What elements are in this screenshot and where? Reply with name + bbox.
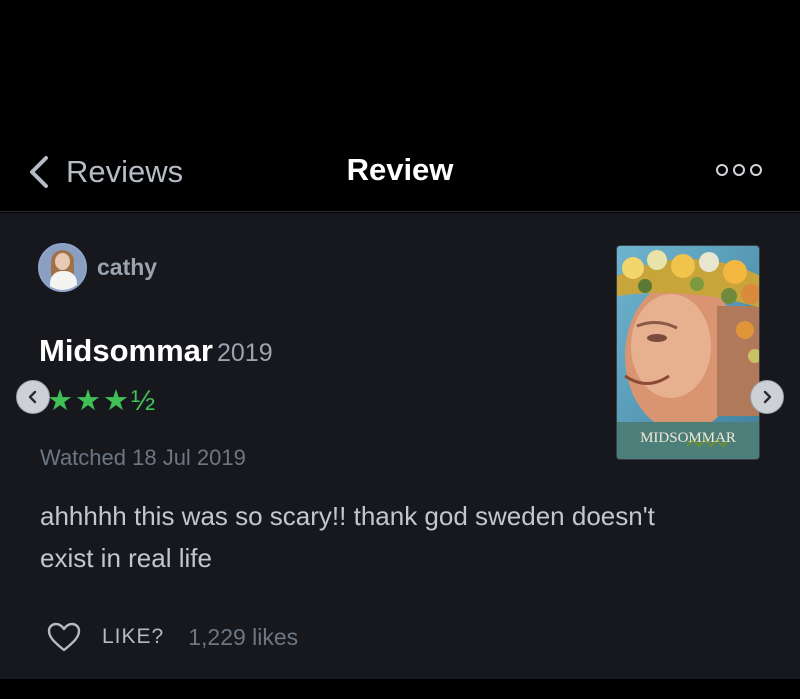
dot-icon bbox=[733, 164, 745, 176]
heart-icon[interactable] bbox=[46, 621, 82, 653]
poster-title: MIDSOMMAR bbox=[640, 430, 736, 446]
page-title: Review bbox=[346, 152, 454, 187]
film-year: 2019 bbox=[216, 339, 273, 367]
star-rating: ★★★½ bbox=[47, 385, 158, 417]
dot-icon bbox=[750, 164, 762, 176]
likes-count[interactable]: 1,229 likes bbox=[188, 624, 298, 651]
review-body: ahhhhh this was so scary!! thank god swe… bbox=[40, 501, 655, 573]
like-row: LIKE? 1,229 likes bbox=[46, 621, 298, 653]
nav-bar: Reviews Review bbox=[0, 130, 800, 212]
film-poster[interactable]: MIDSOMMAR bbox=[616, 245, 760, 460]
carousel-prev-button[interactable] bbox=[16, 380, 50, 414]
dot-icon bbox=[716, 164, 728, 176]
more-options-icon[interactable] bbox=[716, 164, 762, 176]
user-profile-link[interactable]: cathy bbox=[38, 243, 157, 292]
film-heading: Midsommar 2019 bbox=[39, 333, 273, 369]
poster-image bbox=[617, 246, 759, 459]
like-button[interactable]: LIKE? bbox=[102, 625, 164, 649]
carousel-next-button[interactable] bbox=[750, 380, 784, 414]
review-content: cathy Midsommar 2019 ★★★½ Watched 18 Jul … bbox=[0, 213, 800, 679]
status-area bbox=[0, 0, 800, 130]
username[interactable]: cathy bbox=[97, 254, 157, 281]
chevron-right-icon bbox=[763, 390, 772, 404]
avatar-face bbox=[55, 253, 70, 270]
avatar[interactable] bbox=[38, 243, 87, 292]
film-title[interactable]: Midsommar bbox=[39, 333, 213, 368]
watched-date: Watched 18 Jul 2019 bbox=[40, 445, 246, 470]
bottom-edge bbox=[0, 679, 800, 699]
chevron-left-icon bbox=[28, 390, 37, 404]
avatar-body bbox=[50, 271, 77, 290]
